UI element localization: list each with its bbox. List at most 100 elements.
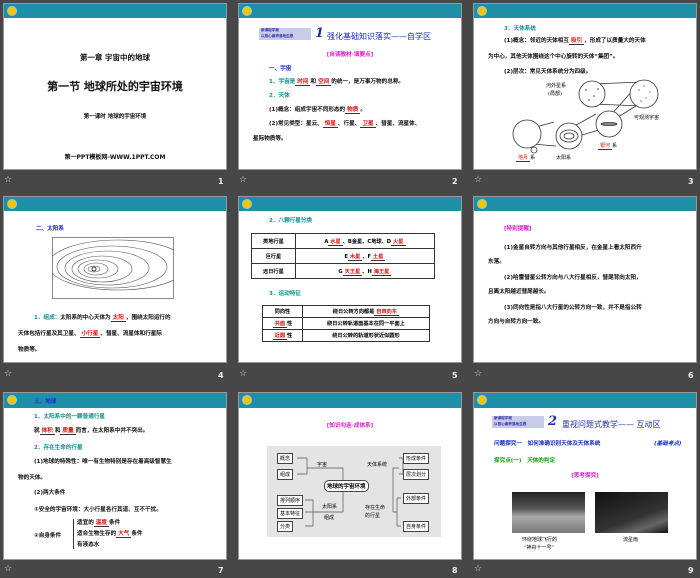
text: 东落。 xyxy=(488,259,505,265)
text: 就 xyxy=(34,428,40,434)
course-banner: 新课程学案 以核心素养落地生根 xyxy=(259,28,311,40)
star-icon[interactable]: ☆ xyxy=(4,564,12,574)
table-row: 巨行星 E 木星 、F 土星 xyxy=(251,248,436,264)
map-center-node: 地球的宇宙环境 xyxy=(324,480,369,492)
table-cell: 绕日公转的轨道形状近似圆形 xyxy=(301,329,431,342)
table-row: 类地行星 A 水星 、B金星、C地球、D 火星 xyxy=(251,233,436,249)
slide-number: 3 xyxy=(688,177,694,186)
table-row: 远日行星 G 天王星 、H 海王星 xyxy=(251,263,436,279)
spacecraft-photo xyxy=(512,492,585,533)
blank-answer: 自西向东 xyxy=(374,309,400,316)
sun-logo-icon xyxy=(7,6,17,16)
star-icon[interactable]: ☆ xyxy=(239,369,247,379)
star-icon[interactable]: ☆ xyxy=(4,175,12,185)
text: 物质等。 xyxy=(18,347,41,353)
slide-thumbnail-2[interactable]: 新课程学案 以核心素养落地生根 1 强化基础知识落实——自学区 [自读教材·填要点… xyxy=(238,3,462,170)
text: 绕日公转方向都是 xyxy=(332,309,375,315)
slide-thumbnail-5[interactable]: 2．八颗行星分类 类地行星 A 水星 、B金星、C地球、D 火星 巨行星 E 木星 、F 土星 … xyxy=(238,196,462,363)
slide-number: 1 xyxy=(218,177,224,186)
sun-logo-icon xyxy=(477,395,487,405)
slide-number: 5 xyxy=(452,371,458,380)
blank-answer: 物质 xyxy=(345,107,361,114)
map-node: 外部条件 xyxy=(403,493,430,504)
blank-answer: 地月 xyxy=(516,155,531,162)
map-node: 概念 xyxy=(277,453,294,464)
solar-system-figure xyxy=(52,237,174,299)
image-caption: 环绕地球飞行的 xyxy=(522,537,558,543)
heading: 2．存在生命的行星 xyxy=(34,445,83,451)
table-row: 近圆性 绕日公转的轨道形状近似圆形 xyxy=(262,329,431,342)
question-title: 问题探究一 如何准确识别天体及天体系统 xyxy=(494,441,601,447)
heading: 2．八颗行星分类 xyxy=(269,218,313,224)
slide-thumbnail-9[interactable]: 新课程学案 以核心素养落地生根 2 重视问题式教学—— 互动区 问题探究一 如何准… xyxy=(473,392,697,560)
text: 、B金星、C地球、D xyxy=(342,238,392,245)
slide-thumbnail-8[interactable]: [知识勾连·成体系] 概念 组成 宇宙 地球的宇宙环境 排列顺序 基本特征 分类… xyxy=(238,392,462,560)
blank-answer: 水星 xyxy=(328,238,343,246)
slide-header-bar xyxy=(4,4,226,18)
table-row: 共面性 绕日公转轨道面基本在同一平面上 xyxy=(262,317,431,330)
image-caption: 流星雨 xyxy=(623,537,639,543)
text: (2)常见类型：星云、 xyxy=(269,121,323,127)
text: 条件 xyxy=(109,520,121,526)
star-icon[interactable]: ☆ xyxy=(474,369,482,379)
text: ②自身条件 xyxy=(34,533,62,539)
blank-answer: 太阳 xyxy=(110,315,126,322)
diagram-label: 河外星系 xyxy=(546,83,567,89)
map-node: 层次划分 xyxy=(403,469,430,480)
blank-answer: 温度 xyxy=(93,520,109,527)
banner-line: 以核心素养落地生根 xyxy=(494,421,527,426)
text: 、F xyxy=(362,253,372,260)
map-label: 组成 xyxy=(324,515,335,521)
map-label: 天体系统 xyxy=(367,462,388,468)
table-cell: 远日行星 xyxy=(251,263,296,279)
star-icon[interactable]: ☆ xyxy=(474,175,482,185)
text: 有液态水 xyxy=(77,542,100,548)
blank-answer: 共面 xyxy=(272,321,288,328)
slide-header-bar xyxy=(239,4,461,18)
map-label: 存在生命 xyxy=(365,505,386,511)
diagram-label: 太阳系 xyxy=(556,155,572,161)
slide-header-bar xyxy=(4,197,226,211)
slide-header-bar xyxy=(239,197,461,211)
slide-thumbnail-4[interactable]: 二、太阳系 1．组成：太阳系的中心天体为 太阳 ，围绕太阳运行的 天体包括行星及其卫… xyxy=(3,196,227,363)
text: 性 xyxy=(287,321,293,327)
sun-logo-icon xyxy=(7,395,17,405)
blank-answer: 土星 xyxy=(371,253,386,261)
blank-answer: 恒星 xyxy=(322,121,338,128)
text: 条件 xyxy=(131,531,143,537)
map-label: 的行星 xyxy=(365,513,381,519)
section-number: 2 xyxy=(548,414,558,429)
blank-answer: 体积 xyxy=(39,428,55,435)
blank-answer: 小行星 xyxy=(79,331,101,338)
text: (1)金星自转方向与其他行星相反，在金星上看太阳西升 xyxy=(504,245,642,251)
diagram-label: 可观测宇宙 xyxy=(634,115,660,121)
text: 、行星、 xyxy=(337,121,361,127)
slide-thumbnail-7[interactable]: 三、地球 1．太阳系中的一颗普通行星 就体积和质量 而言，在太阳系中并不突出。 2… xyxy=(3,392,227,560)
text: ，围绕太阳运行的 xyxy=(125,315,171,321)
text: 1．组成： xyxy=(34,315,61,321)
slide-header-bar xyxy=(474,197,696,211)
section-tag: [知识勾连·成体系] xyxy=(326,423,374,429)
star-icon[interactable]: ☆ xyxy=(474,564,482,574)
table-cell: 巨行星 xyxy=(251,248,296,264)
slide-number: 8 xyxy=(452,566,458,575)
star-icon[interactable]: ☆ xyxy=(4,369,12,379)
blank-answer: 大气 xyxy=(116,531,132,538)
text: 性 xyxy=(287,333,293,339)
blank-answer: 天王星 xyxy=(342,268,363,276)
meteor-shower-photo xyxy=(595,492,668,533)
star-icon[interactable]: ☆ xyxy=(239,175,247,185)
section-tag: [特别提醒] xyxy=(504,226,532,232)
slide-thumbnail-3[interactable]: 3．天体系统 (1)概念：邻近的天体相互 吸引 ，形成了以质量大的天体 为中心，其他… xyxy=(473,3,697,170)
sun-logo-icon xyxy=(242,6,252,16)
blank-answer: 卫星 xyxy=(360,121,376,128)
slide-header-bar xyxy=(239,393,461,408)
text: 1．宇宙是 xyxy=(269,79,296,85)
text: ①安全的宇宙环境：大小行星各行其道、互不干扰。 xyxy=(34,507,162,513)
sun-logo-icon xyxy=(477,199,487,209)
text: (3)同向性是指八大行星的公转方向一致，并不是指公转 xyxy=(504,305,642,311)
blank-answer: 质量 xyxy=(60,428,76,435)
slide-thumbnail-6[interactable]: [特别提醒] (1)金星自转方向与其他行星相反，在金星上看太阳西升 东落。 (2… xyxy=(473,196,697,363)
slide-thumbnail-1[interactable]: 第一章 宇宙中的地球 第一节 地球所处的宇宙环境 第一课时 地球的宇宙环境 第一… xyxy=(3,3,227,170)
slide-number: 9 xyxy=(688,566,694,575)
